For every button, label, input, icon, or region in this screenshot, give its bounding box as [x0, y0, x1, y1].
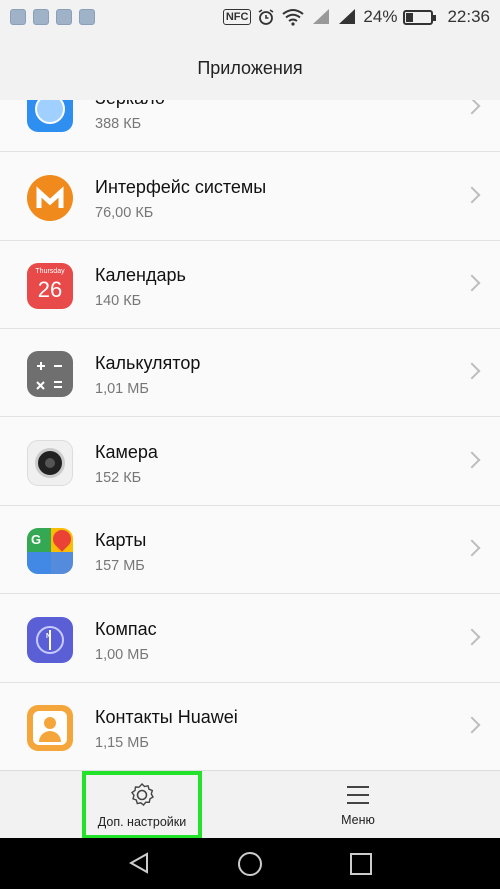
- wifi-icon: [282, 9, 305, 26]
- app-size: 1,00 МБ: [95, 647, 149, 663]
- list-item-system-ui[interactable]: Интерфейс системы 76,00 КБ: [0, 153, 500, 241]
- app-size: 1,15 МБ: [95, 735, 149, 751]
- chevron-right-icon: [463, 274, 481, 292]
- chevron-right-icon: [463, 186, 481, 204]
- notification-icons: [10, 9, 95, 25]
- calculator-app-icon: [27, 351, 73, 397]
- chevron-right-icon: [463, 100, 481, 115]
- list-item-calendar[interactable]: Thursday 26 Календарь 140 КБ: [0, 241, 500, 329]
- app-size: 388 КБ: [95, 116, 142, 132]
- app-size: 1,01 МБ: [95, 381, 149, 397]
- clock: 22:36: [447, 7, 490, 26]
- menu-label: Меню: [341, 813, 375, 827]
- app-name: Компас: [95, 619, 157, 639]
- signal-icon: [313, 9, 330, 24]
- gear-icon: [131, 782, 154, 806]
- wifi-notification-icon: [79, 9, 95, 25]
- gallery-icon: [33, 9, 49, 25]
- app-name: Календарь: [95, 265, 186, 285]
- system-navigation-bar: [0, 838, 500, 889]
- recent-apps-icon[interactable]: [349, 852, 373, 876]
- app-list[interactable]: Зеркало 388 КБ Интерфейс системы 76,00 К…: [0, 100, 500, 770]
- app-name: Камера: [95, 442, 158, 462]
- signal-icon: [339, 9, 356, 24]
- contacts-app-icon: [27, 705, 73, 751]
- bottom-action-bar: Доп. настройки Меню: [0, 770, 500, 839]
- compass-app-icon: N: [27, 617, 73, 663]
- calendar-weekday: Thursday: [35, 268, 65, 275]
- chevron-right-icon: [463, 539, 481, 557]
- app-name: Интерфейс системы: [95, 177, 267, 197]
- app-name: Контакты Huawei: [95, 707, 238, 727]
- maps-app-icon: G: [27, 528, 73, 574]
- back-icon[interactable]: [127, 851, 151, 875]
- alarm-icon: [258, 9, 274, 25]
- home-icon[interactable]: [237, 851, 263, 877]
- bluetooth-icon: [56, 9, 72, 25]
- list-item-calculator[interactable]: Калькулятор 1,01 МБ: [0, 329, 500, 417]
- list-item-maps[interactable]: G Карты 157 МБ: [0, 506, 500, 594]
- calculator-symbols-icon: [36, 362, 62, 390]
- battery-icon: [403, 9, 437, 25]
- hamburger-menu-icon: [347, 786, 369, 804]
- menu-button[interactable]: Меню: [298, 771, 418, 839]
- system-status-icons: NFC 24% 22:36: [222, 7, 490, 27]
- mirror-app-icon: [27, 100, 73, 132]
- chevron-right-icon: [463, 362, 481, 380]
- calendar-day: 26: [37, 277, 63, 302]
- health-icon: [10, 9, 26, 25]
- chevron-right-icon: [463, 716, 481, 734]
- app-name: Калькулятор: [95, 353, 201, 373]
- app-size: 152 КБ: [95, 470, 142, 486]
- list-item-compass[interactable]: N Компас 1,00 МБ: [0, 595, 500, 683]
- system-ui-app-icon: [27, 175, 73, 221]
- title-bar: Приложения: [0, 36, 500, 100]
- advanced-settings-button[interactable]: Доп. настройки: [82, 771, 202, 839]
- list-item-mirror[interactable]: Зеркало 388 КБ: [0, 100, 500, 152]
- chevron-right-icon: [463, 451, 481, 469]
- list-item-huawei-contacts[interactable]: Контакты Huawei 1,15 МБ: [0, 683, 500, 770]
- nfc-icon: NFC: [222, 9, 252, 25]
- app-name: Зеркало: [95, 100, 165, 109]
- battery-percent: 24%: [363, 7, 398, 26]
- calendar-app-icon: Thursday 26: [27, 263, 73, 309]
- chevron-right-icon: [463, 628, 481, 646]
- app-size: 157 МБ: [95, 558, 145, 574]
- android-m-logo-icon: [36, 186, 64, 208]
- app-size: 140 КБ: [95, 293, 142, 309]
- advanced-settings-label: Доп. настройки: [97, 815, 187, 829]
- app-size: 76,00 КБ: [95, 205, 154, 221]
- status-bar: NFC 24% 22:36: [0, 0, 500, 36]
- list-item-camera[interactable]: Камера 152 КБ: [0, 418, 500, 506]
- page-title: Приложения: [197, 57, 303, 78]
- app-name: Карты: [95, 530, 147, 550]
- camera-app-icon: [27, 440, 73, 486]
